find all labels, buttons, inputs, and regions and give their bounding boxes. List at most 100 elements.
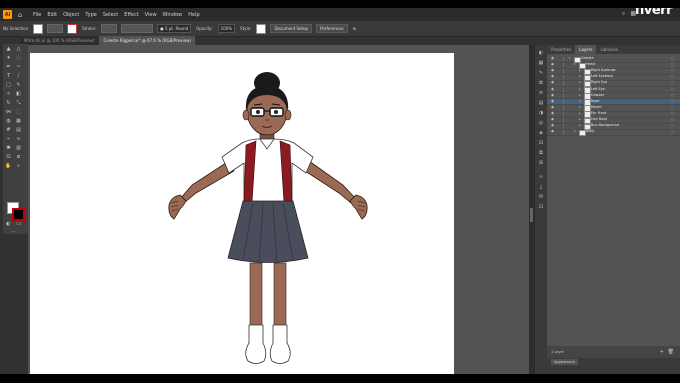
visibility-eye-icon[interactable]: ◉ [551, 111, 554, 117]
menu-object[interactable]: Object [60, 12, 82, 18]
stroke-swatch[interactable] [67, 23, 78, 34]
expand-arrow-icon[interactable]: ▸ [579, 80, 581, 86]
expand-arrow-icon[interactable]: ▸ [579, 87, 581, 93]
expand-arrow-icon[interactable]: ▸ [579, 117, 581, 123]
document-setup-button[interactable]: Document Setup [270, 24, 313, 33]
expand-arrow-icon[interactable]: ▾ [569, 56, 571, 62]
expand-arrow-icon[interactable]: ▸ [579, 68, 581, 74]
artboards-panel-icon[interactable]: ⊡ [538, 205, 544, 210]
style-swatch[interactable] [256, 23, 267, 34]
scrollbar-thumb[interactable] [530, 208, 533, 222]
visibility-eye-icon[interactable]: ◉ [551, 56, 554, 62]
stroke-panel-icon[interactable]: ≡ [538, 91, 544, 96]
visibility-eye-icon[interactable]: ◉ [551, 74, 554, 80]
home-icon[interactable]: ⌂ [16, 11, 24, 19]
target-circle-icon[interactable]: ○ [671, 80, 674, 86]
arrange-icon[interactable]: ⊞ [353, 26, 356, 31]
expand-arrow-icon[interactable]: ▾ [574, 62, 576, 68]
expand-arrow-icon[interactable]: ▸ [579, 93, 581, 99]
graph-tool-icon[interactable]: ▥ [15, 145, 22, 151]
variable-width-dropdown[interactable] [121, 24, 154, 33]
fill-dropdown[interactable] [47, 24, 64, 33]
draw-mode-icon[interactable]: ◐ [5, 221, 12, 227]
shaper-tool-icon[interactable]: ✧ [5, 91, 12, 97]
zoom-tool-icon[interactable]: ⌕ [15, 163, 22, 169]
artboard-tool-icon[interactable]: ⊡ [5, 154, 12, 160]
menu-help[interactable]: Help [185, 12, 202, 18]
target-circle-icon[interactable]: ○ [671, 111, 674, 117]
links-panel-icon[interactable]: ∞ [538, 175, 544, 180]
perspective-grid-tool-icon[interactable]: ▦ [15, 118, 22, 124]
comments-panel-icon[interactable]: ✉ [538, 195, 544, 200]
expand-arrow-icon[interactable]: ▾ [574, 129, 576, 135]
symbol-sprayer-tool-icon[interactable]: ✺ [5, 145, 12, 151]
target-circle-icon[interactable]: ○ [671, 68, 674, 74]
expand-arrow-icon[interactable]: ▸ [579, 99, 581, 105]
transform-panel-icon[interactable]: ⊞ [538, 161, 544, 166]
menu-select[interactable]: Select [100, 12, 121, 18]
free-transform-tool-icon[interactable]: ⬚ [15, 109, 22, 115]
width-tool-icon[interactable]: ⋈ [5, 109, 12, 115]
hand-tool-icon[interactable]: ✋ [5, 163, 12, 169]
fill-swatch[interactable] [33, 23, 44, 34]
target-circle-icon[interactable]: ○ [671, 117, 674, 123]
layer-row[interactable]: ◉ ▾ Body ○ [547, 129, 680, 137]
target-circle-icon[interactable]: ○ [671, 62, 674, 68]
delete-layer-icon[interactable]: 🗑 [668, 346, 674, 358]
target-circle-icon[interactable]: ○ [671, 105, 674, 111]
preferences-button[interactable]: Preferences [316, 24, 348, 33]
target-circle-icon[interactable]: ○ [671, 56, 674, 62]
blend-tool-icon[interactable]: ∞ [15, 136, 22, 142]
stroke-color-swatch[interactable] [12, 208, 25, 221]
target-circle-icon[interactable]: ○ [671, 74, 674, 80]
menu-file[interactable]: File [30, 12, 44, 18]
visibility-eye-icon[interactable]: ◉ [551, 99, 554, 105]
scale-tool-icon[interactable]: ⤡ [15, 100, 22, 106]
target-circle-icon[interactable]: ○ [671, 93, 674, 99]
eraser-tool-icon[interactable]: ◧ [15, 91, 22, 97]
rectangle-tool-icon[interactable]: □ [5, 82, 12, 88]
menu-window[interactable]: Window [160, 12, 186, 18]
tab-celeste-rigged[interactable]: Celeste Rigged.ai* @ 67.6 % (RGB/Preview… [99, 36, 195, 45]
visibility-eye-icon[interactable]: ◉ [551, 123, 554, 129]
mesh-tool-icon[interactable]: # [5, 127, 12, 133]
menu-view[interactable]: View [142, 12, 160, 18]
line-tool-icon[interactable]: / [15, 73, 22, 79]
lasso-tool-icon[interactable]: ◌ [15, 55, 22, 61]
menu-effect[interactable]: Effect [121, 12, 141, 18]
visibility-eye-icon[interactable]: ◉ [551, 129, 554, 135]
align-panel-icon[interactable]: ⊟ [538, 141, 544, 146]
shape-builder-tool-icon[interactable]: ◍ [5, 118, 12, 124]
visibility-eye-icon[interactable]: ◉ [551, 87, 554, 93]
graphic-styles-panel-icon[interactable]: ◈ [538, 131, 544, 136]
visibility-eye-icon[interactable]: ◉ [551, 62, 554, 68]
visibility-eye-icon[interactable]: ◉ [551, 93, 554, 99]
paintbrush-tool-icon[interactable]: ✎ [15, 82, 22, 88]
asset-export-panel-icon[interactable]: ⤓ [538, 185, 544, 190]
type-tool-icon[interactable]: T [5, 73, 12, 79]
expand-arrow-icon[interactable]: ▸ [579, 123, 581, 129]
direct-selection-tool-icon[interactable]: △ [15, 46, 22, 52]
tab-libraries[interactable]: Libraries [596, 45, 621, 54]
symbols-panel-icon[interactable]: ✿ [538, 81, 544, 86]
screen-mode-icon[interactable]: ▭ [15, 221, 22, 227]
curvature-tool-icon[interactable]: ~ [15, 64, 22, 70]
menu-edit[interactable]: Edit [44, 12, 60, 18]
brushes-panel-icon[interactable]: ✎ [538, 71, 544, 76]
selection-tool-icon[interactable]: ▲ [5, 46, 12, 52]
opacity-field[interactable]: 100% [217, 24, 236, 33]
pathfinder-panel-icon[interactable]: ⧉ [538, 151, 544, 156]
menu-type[interactable]: Type [82, 12, 99, 18]
visibility-eye-icon[interactable]: ◉ [551, 68, 554, 74]
expand-arrow-icon[interactable]: ▸ [579, 74, 581, 80]
target-circle-icon[interactable]: ○ [671, 129, 674, 135]
transparency-panel-icon[interactable]: ◑ [538, 111, 544, 116]
target-circle-icon[interactable]: ○ [671, 99, 674, 105]
swatches-panel-icon[interactable]: ▦ [538, 61, 544, 66]
tab-appearance[interactable]: Appearance [551, 359, 579, 365]
artboard[interactable] [30, 53, 454, 374]
tab-properties[interactable]: Properties [547, 45, 575, 54]
edit-toolbar-icon[interactable]: ⋯ [10, 229, 17, 235]
stroke-weight-dropdown[interactable] [101, 24, 118, 33]
target-circle-icon[interactable]: ○ [671, 123, 674, 129]
